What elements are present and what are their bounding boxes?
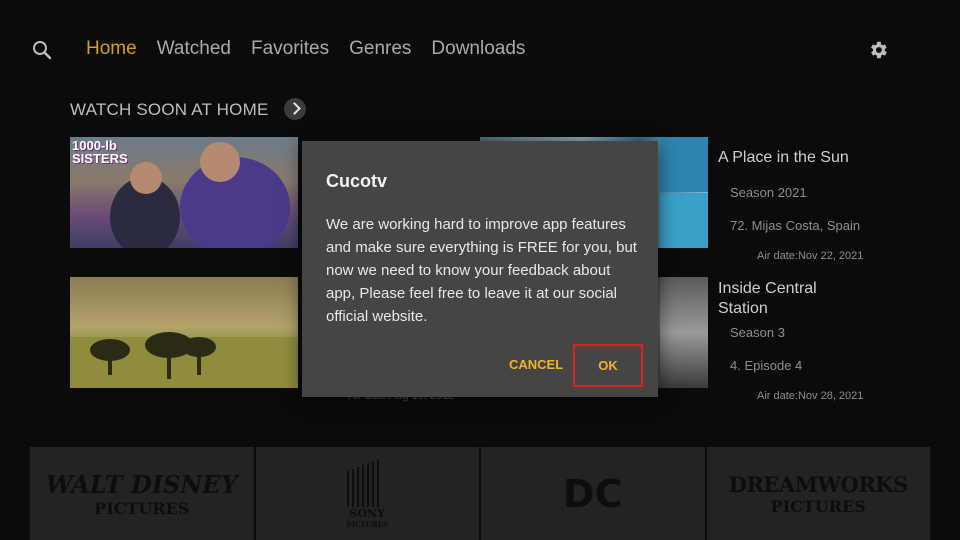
- studio-dc[interactable]: DC: [481, 447, 705, 540]
- search-icon[interactable]: [32, 40, 52, 60]
- top-nav: Home Watched Favorites Genres Downloads: [0, 0, 960, 100]
- studio-subname: PICTURES: [94, 498, 190, 518]
- card-title: A Place in the Sun: [718, 149, 849, 166]
- studio-dreamworks[interactable]: DREAMWORKS PICTURES: [706, 447, 930, 540]
- card-image-text: 1000-lb SISTERS: [72, 138, 128, 166]
- feedback-dialog: Cucotv We are working hard to improve ap…: [302, 141, 658, 397]
- tab-genres[interactable]: Genres: [349, 38, 411, 60]
- studio-name: WALT DISNEY: [45, 469, 238, 499]
- dialog-message: We are working hard to improve app featu…: [326, 216, 637, 325]
- card-title-line1: Inside Central: [718, 280, 817, 297]
- ok-button[interactable]: OK: [573, 344, 643, 387]
- card-air-date: Air date:Nov 22, 2021: [757, 250, 864, 262]
- cancel-button[interactable]: CANCEL: [509, 357, 563, 372]
- content-card-1000lb-sisters[interactable]: 1000-lb SISTERS: [70, 137, 298, 248]
- studio-subname: PICTURES: [346, 519, 389, 529]
- studio-sony[interactable]: SONY PICTURES: [255, 447, 479, 540]
- tab-favorites[interactable]: Favorites: [251, 38, 329, 60]
- sony-logo-icon: [347, 458, 380, 507]
- card-season: Season 2021: [730, 185, 807, 200]
- tab-home[interactable]: Home: [86, 38, 137, 60]
- card-episode: 72. Mijas Costa, Spain: [730, 218, 861, 233]
- card-episode: 4. Episode 4: [730, 358, 803, 373]
- dialog-title: Cucotv: [326, 171, 388, 191]
- studio-name: DREAMWORKS: [728, 471, 908, 497]
- gear-icon[interactable]: [867, 39, 889, 61]
- tab-downloads[interactable]: Downloads: [431, 38, 525, 60]
- tab-watched[interactable]: Watched: [157, 38, 231, 60]
- studio-row: WALT DISNEY PICTURES SONY PICTURES DC DR…: [30, 447, 930, 540]
- card-air-date: Air date:Nov 28, 2021: [757, 390, 864, 402]
- studio-name: DC: [563, 471, 623, 516]
- content-card-landscape[interactable]: [70, 277, 298, 388]
- studio-subname: PICTURES: [770, 496, 866, 516]
- studio-disney[interactable]: WALT DISNEY PICTURES: [30, 447, 254, 540]
- nav-tabs: Home Watched Favorites Genres Downloads: [86, 38, 525, 60]
- card-season: Season 3: [730, 325, 785, 340]
- card-title-line2: Station: [718, 300, 768, 317]
- chevron-right-icon[interactable]: [284, 98, 306, 120]
- section-title: WATCH SOON AT HOME: [70, 100, 269, 119]
- studio-name: SONY: [349, 506, 385, 520]
